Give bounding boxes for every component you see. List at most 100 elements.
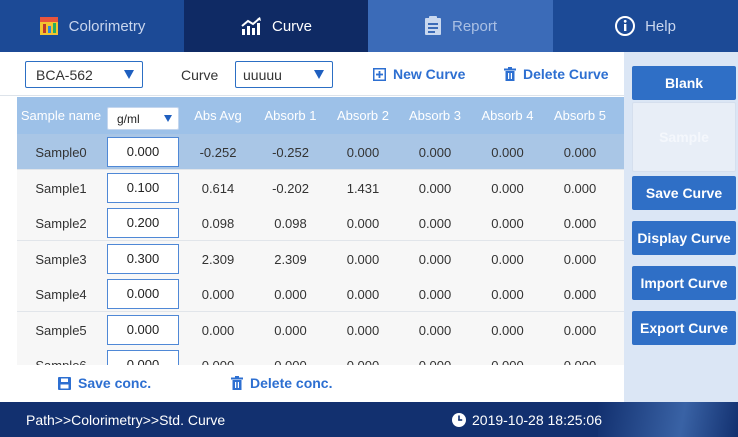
- export-curve-button[interactable]: Export Curve: [632, 311, 736, 345]
- save-conc-button[interactable]: Save conc.: [58, 375, 151, 391]
- cell-abs-avg: 0.098: [201, 216, 235, 231]
- cell-absorb-4: 0.000: [491, 216, 524, 231]
- datetime-label: 2019-10-28 18:25:06: [472, 412, 602, 428]
- header-sample-name: Sample name: [20, 108, 102, 123]
- cell-absorb-1: 0.098: [274, 216, 307, 231]
- top-navigation: Colorimetry Curve Report Help: [0, 0, 738, 52]
- table-row[interactable]: Sample5 0.000 0.000 0.000 0.000 0.000 0.000 0.0…: [17, 311, 624, 348]
- concentration-input[interactable]: 0.000: [107, 314, 179, 345]
- concentration-input[interactable]: 0.000: [107, 137, 179, 167]
- curve-select-value: uuuuu: [243, 66, 282, 83]
- tab-report[interactable]: Report: [368, 0, 553, 52]
- cell-sample-name: Sample1: [35, 180, 87, 196]
- cell-absorb-1: -0.202: [272, 180, 309, 196]
- report-icon: [424, 16, 442, 36]
- import-curve-button[interactable]: Import Curve: [632, 266, 736, 300]
- cell-absorb-4: 0.000: [491, 287, 524, 302]
- cell-absorb-1: -0.252: [272, 145, 309, 160]
- table-row[interactable]: Sample0 0.000 -0.252 -0.252 0.000 0.000 0.000 0…: [17, 134, 624, 170]
- decorative-glow: [598, 402, 738, 437]
- concentration-input[interactable]: 0.300: [107, 243, 179, 274]
- method-select-value: BCA-562: [36, 66, 93, 83]
- cell-abs-avg: 2.309: [201, 251, 235, 267]
- concentration-input[interactable]: 0.200: [107, 208, 179, 238]
- table-row[interactable]: Sample1 0.100 0.614 -0.202 1.431 0.000 0.000 0.…: [17, 169, 624, 206]
- cell-absorb-4: 0.000: [471, 358, 544, 365]
- cell-abs-avg: 0.000: [182, 358, 254, 365]
- method-select[interactable]: BCA-562: [25, 61, 143, 88]
- concentration-input[interactable]: 0.000: [107, 279, 179, 309]
- tab-report-label: Report: [451, 17, 498, 35]
- tab-curve[interactable]: Curve: [184, 0, 368, 52]
- cell-absorb-3: 0.000: [399, 358, 471, 365]
- save-curve-button[interactable]: Save Curve: [632, 176, 736, 210]
- cell-absorb-3: 0.000: [418, 145, 452, 160]
- cell-absorb-2: 0.000: [346, 251, 380, 267]
- header-absorb-3: Absorb 3: [408, 108, 462, 123]
- table-row[interactable]: Sample4 0.000 0.000 0.000 0.000 0.000 0.000 0.0…: [17, 276, 624, 312]
- tab-colorimetry-label: Colorimetry: [68, 17, 146, 35]
- cell-absorb-2: 0.000: [327, 358, 399, 365]
- unit-select[interactable]: g/ml: [107, 107, 179, 130]
- cell-absorb-2: 0.000: [346, 145, 380, 160]
- chevron-down-icon: [124, 70, 134, 79]
- sample-button[interactable]: Sample: [632, 102, 736, 172]
- blank-button[interactable]: Blank: [632, 66, 736, 100]
- cell-abs-avg: -0.252: [199, 145, 237, 160]
- cell-sample-name: Sample5: [35, 322, 87, 338]
- chevron-down-icon: [164, 115, 172, 122]
- clock-icon: [452, 413, 466, 427]
- header-absorb-2: Absorb 2: [336, 108, 390, 123]
- cell-absorb-5: 0.000: [563, 145, 597, 160]
- concentration-input[interactable]: 0.100: [107, 172, 179, 203]
- cell-abs-avg: 0.000: [201, 322, 235, 338]
- header-absorb-5: Absorb 5: [553, 108, 607, 123]
- delete-conc-button[interactable]: Delete conc.: [231, 375, 332, 391]
- tab-colorimetry[interactable]: Colorimetry: [0, 0, 184, 52]
- cell-absorb-1: 0.000: [274, 287, 307, 302]
- header-absorb-1: Absorb 1: [264, 108, 317, 123]
- header-absorb-4: Absorb 4: [481, 108, 534, 123]
- tab-help[interactable]: Help: [553, 0, 738, 52]
- status-datetime: 2019-10-28 18:25:06: [452, 412, 602, 428]
- cell-absorb-5: 0.000: [544, 358, 616, 365]
- save-icon: [58, 376, 71, 390]
- cell-absorb-4: 0.000: [491, 180, 524, 196]
- delete-curve-button[interactable]: Delete Curve: [504, 66, 609, 82]
- cell-absorb-2: 0.000: [346, 322, 380, 338]
- cell-absorb-5: 0.000: [563, 322, 597, 338]
- new-curve-button[interactable]: New Curve: [373, 66, 465, 82]
- curve-select[interactable]: uuuuu: [235, 61, 333, 88]
- table-row[interactable]: Sample3 0.300 2.309 2.309 0.000 0.000 0.000 0.0…: [17, 240, 624, 277]
- cell-absorb-1: 2.309: [274, 251, 307, 267]
- curve-chart-icon: [240, 16, 262, 36]
- cell-abs-avg: 0.000: [201, 287, 235, 302]
- cell-absorb-2: 1.431: [346, 180, 380, 196]
- cell-absorb-2: 0.000: [346, 287, 380, 302]
- display-curve-button[interactable]: Display Curve: [632, 221, 736, 255]
- cell-absorb-4: 0.000: [491, 322, 524, 338]
- delete-curve-label: Delete Curve: [523, 66, 609, 82]
- info-icon: [615, 16, 636, 36]
- standard-curve-table: Sample name g/ml Abs Avg Absorb 1 Absorb…: [17, 97, 624, 365]
- cell-abs-avg: 0.614: [201, 180, 235, 196]
- tab-curve-label: Curve: [271, 17, 312, 35]
- cell-sample-name: Sample3: [35, 251, 87, 267]
- cell-absorb-3: 0.000: [418, 322, 452, 338]
- cell-absorb-3: 0.000: [418, 251, 452, 267]
- table-row[interactable]: Sample60.0000.0000.0000.0000.0000.0000.0…: [17, 347, 624, 365]
- cell-sample-name: Sample4: [35, 287, 87, 302]
- table-header: Sample name g/ml Abs Avg Absorb 1 Absorb…: [17, 97, 624, 134]
- cell-absorb-2: 0.000: [346, 216, 380, 231]
- new-curve-icon: [373, 67, 386, 81]
- cell-absorb-5: 0.000: [563, 287, 597, 302]
- cell-sample-name: Sample6: [17, 358, 105, 365]
- unit-select-value: g/ml: [117, 112, 140, 126]
- new-curve-label: New Curve: [393, 66, 466, 82]
- table-row[interactable]: Sample2 0.200 0.098 0.098 0.000 0.000 0.000 0.0…: [17, 205, 624, 241]
- cell-absorb-3: 0.000: [418, 287, 452, 302]
- concentration-input[interactable]: 0.000: [107, 350, 179, 365]
- side-panel: Blank Sample Save Curve Display Curve Im…: [624, 52, 738, 402]
- trash-icon: [504, 67, 516, 81]
- tab-help-label: Help: [645, 17, 676, 35]
